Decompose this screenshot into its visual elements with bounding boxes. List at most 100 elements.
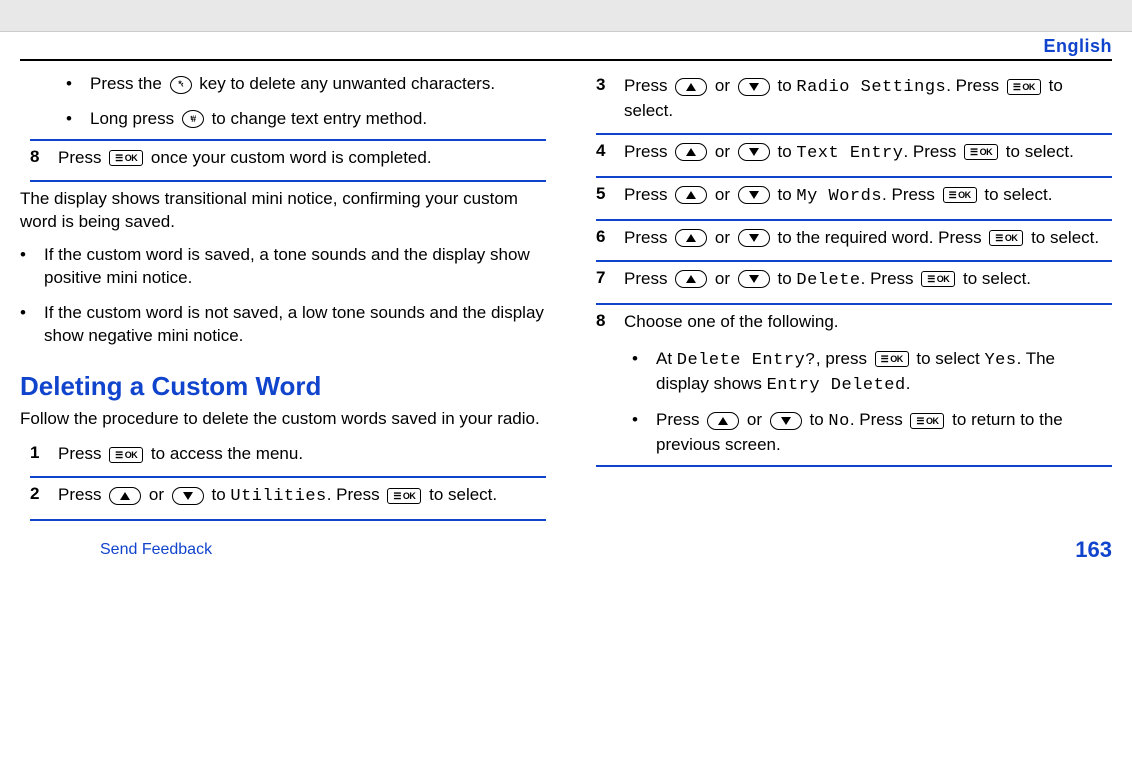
text: Press — [58, 485, 106, 504]
text: Press — [624, 76, 672, 95]
step-number: 1 — [30, 443, 44, 466]
text: to select. — [963, 269, 1031, 288]
text: Press — [624, 228, 672, 247]
content-columns: • Press the *⁠‹ key to delete any unwant… — [0, 69, 1132, 521]
step-body: Press once your custom word is completed… — [58, 147, 546, 170]
step8-bullet-2: • Press or to No. Press to return to the… — [586, 405, 1112, 465]
header-rule — [20, 59, 1112, 61]
section-intro: Follow the procedure to delete the custo… — [20, 408, 546, 431]
text: to select — [916, 349, 984, 368]
text: Press the — [90, 74, 167, 93]
text: . Press — [946, 76, 1004, 95]
bullet-text: If the custom word is saved, a tone soun… — [44, 244, 546, 290]
ok-button-icon — [875, 351, 909, 367]
step-8-right: 8 Choose one of the following. — [586, 305, 1112, 344]
text: to access the menu. — [151, 444, 303, 463]
page-footer: Send Feedback 163 — [0, 531, 1132, 573]
text: to — [778, 185, 797, 204]
text: . Press — [850, 410, 908, 429]
outcome-bullet: • If the custom word is saved, a tone so… — [20, 240, 546, 298]
down-arrow-icon — [738, 143, 770, 161]
text: once your custom word is completed. — [151, 148, 432, 167]
step-body: Press to access the menu. — [58, 443, 546, 466]
intro-bullet: • Long press ᵗ# to change text entry met… — [20, 104, 546, 139]
menu-target: My Words — [796, 187, 882, 206]
step-3: 3 Press or to Radio Settings. Press to s… — [586, 69, 1112, 133]
text: Long press — [90, 109, 179, 128]
star-key-icon: *⁠‹ — [170, 76, 192, 94]
text: . Press — [903, 142, 961, 161]
ok-button-icon — [964, 144, 998, 160]
step8-bullet-1: • At Delete Entry?, press to select Yes.… — [586, 344, 1112, 406]
ok-button-icon — [943, 187, 977, 203]
text: . Press — [882, 185, 940, 204]
bullet-dot: • — [632, 409, 642, 457]
text: . Press — [327, 485, 385, 504]
text: or — [149, 485, 169, 504]
down-arrow-icon — [738, 78, 770, 96]
up-arrow-icon — [675, 229, 707, 247]
bullet-text: At Delete Entry?, press to select Yes. T… — [656, 348, 1112, 398]
step-rule — [596, 465, 1112, 467]
step-4: 4 Press or to Text Entry. Press to selec… — [586, 135, 1112, 176]
text: to — [810, 410, 829, 429]
text: to select. — [984, 185, 1052, 204]
step-7: 7 Press or to Delete. Press to select. — [586, 262, 1112, 303]
prompt-text: Delete Entry? — [677, 351, 816, 370]
text: to the required word. Press — [778, 228, 987, 247]
down-arrow-icon — [770, 412, 802, 430]
up-arrow-icon — [675, 143, 707, 161]
option-no: No — [828, 412, 849, 431]
text: , press — [816, 349, 872, 368]
up-arrow-icon — [109, 487, 141, 505]
menu-target: Delete — [796, 271, 860, 290]
down-arrow-icon — [172, 487, 204, 505]
step-number: 8 — [596, 311, 610, 334]
text: to — [778, 269, 797, 288]
step-body: Press or to Radio Settings. Press to sel… — [624, 75, 1112, 123]
result-text: Entry Deleted — [767, 376, 906, 395]
up-arrow-icon — [675, 186, 707, 204]
step-number: 5 — [596, 184, 610, 209]
text: or — [715, 76, 735, 95]
ok-button-icon — [921, 271, 955, 287]
bullet-text: Press the *⁠‹ key to delete any unwanted… — [90, 73, 495, 96]
bullet-dot: • — [632, 348, 642, 398]
hash-key-icon: ᵗ# — [182, 110, 204, 128]
step-body: Press or to My Words. Press to select. — [624, 184, 1112, 209]
text: or — [747, 410, 767, 429]
ok-button-icon — [910, 413, 944, 429]
ok-button-icon — [387, 488, 421, 504]
left-column: • Press the *⁠‹ key to delete any unwant… — [20, 69, 546, 521]
language-header: English — [0, 32, 1132, 59]
text: Press — [656, 410, 704, 429]
text: or — [715, 185, 735, 204]
bullet-text: Long press ᵗ# to change text entry metho… — [90, 108, 427, 131]
bullet-text: If the custom word is not saved, a low t… — [44, 302, 546, 348]
step-number: 2 — [30, 484, 44, 509]
step-8-left: 8 Press once your custom word is complet… — [20, 141, 546, 180]
text: . — [906, 374, 911, 393]
text: to — [212, 485, 231, 504]
text: to select. — [429, 485, 497, 504]
text: to select. — [1006, 142, 1074, 161]
text: Press — [624, 269, 672, 288]
step-rule — [30, 519, 546, 521]
text: to — [778, 142, 797, 161]
step-6: 6 Press or to the required word. Press t… — [586, 221, 1112, 260]
step-rule — [30, 180, 546, 182]
text: At — [656, 349, 677, 368]
down-arrow-icon — [738, 270, 770, 288]
bullet-text: Press or to No. Press to return to the p… — [656, 409, 1112, 457]
send-feedback-link[interactable]: Send Feedback — [100, 541, 212, 559]
ok-button-icon — [109, 447, 143, 463]
step-number: 3 — [596, 75, 610, 123]
ok-button-icon — [989, 230, 1023, 246]
bullet-dot: • — [20, 244, 30, 290]
top-toolbar — [0, 0, 1132, 32]
step-number: 6 — [596, 227, 610, 250]
step-number: 8 — [30, 147, 44, 170]
text: . Press — [861, 269, 919, 288]
bullet-dot: • — [66, 108, 76, 131]
menu-target: Radio Settings — [796, 78, 946, 97]
